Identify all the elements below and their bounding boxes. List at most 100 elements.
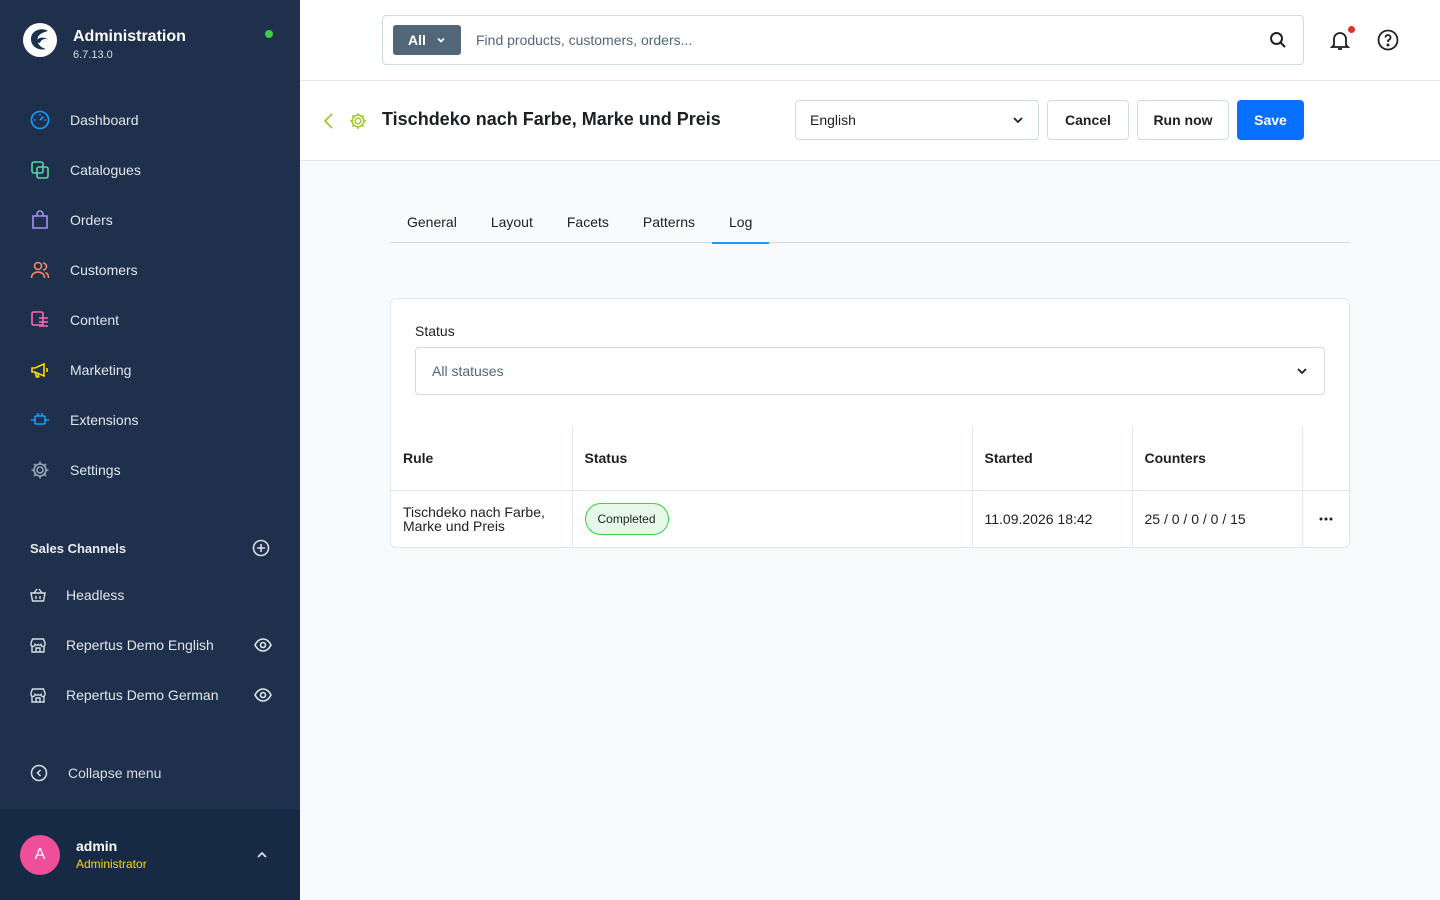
nav-label-orders: Orders — [70, 212, 113, 228]
cell-status: Completed — [572, 490, 973, 547]
notification-badge — [1348, 26, 1355, 33]
tab-patterns[interactable]: Patterns — [626, 201, 712, 243]
app-title: Administration — [73, 28, 186, 45]
language-value: English — [810, 112, 856, 128]
collapse-menu-button[interactable]: Collapse menu — [30, 764, 161, 782]
global-search: All — [382, 15, 1304, 65]
nav-item-content[interactable]: Content — [0, 295, 300, 345]
nav-item-marketing[interactable]: Marketing — [0, 345, 300, 395]
cancel-button[interactable]: Cancel — [1047, 100, 1129, 140]
sales-channel-label: Headless — [66, 587, 125, 603]
sales-channel-headless[interactable]: Headless — [0, 570, 300, 620]
customers-icon — [30, 261, 50, 279]
table-header-row: Rule Status Started Counters — [391, 426, 1349, 491]
more-actions-icon[interactable] — [1318, 511, 1334, 527]
basket-icon — [30, 588, 46, 602]
save-button[interactable]: Save — [1237, 100, 1304, 140]
column-header-rule[interactable]: Rule — [391, 426, 573, 491]
log-card: Status All statuses Rule Status Started … — [390, 298, 1350, 548]
search-icon[interactable] — [1269, 31, 1287, 49]
cell-rule: Tischdeko nach Farbe, Marke und Preis — [391, 490, 573, 547]
rule-name: Tischdeko nach Farbe, Marke und Preis — [403, 503, 545, 534]
collapse-menu-label: Collapse menu — [68, 765, 162, 781]
main-nav: Dashboard Catalogues Orders Customers Co… — [0, 95, 300, 495]
top-bar: All — [300, 0, 1440, 81]
tab-facets[interactable]: Facets — [550, 201, 626, 243]
dashboard-icon — [30, 110, 50, 130]
content-icon — [31, 311, 48, 327]
column-header-status[interactable]: Status — [572, 426, 973, 491]
cell-counters: 25 / 0 / 0 / 0 / 15 — [1132, 490, 1303, 547]
app-version: 6.7.13.0 — [73, 49, 113, 61]
shopware-logo-icon — [23, 23, 57, 57]
chevron-down-icon — [437, 37, 445, 43]
cell-started: 11.09.2026 18:42 — [972, 490, 1133, 547]
nav-item-dashboard[interactable]: Dashboard — [0, 95, 300, 145]
eye-icon[interactable] — [254, 686, 272, 704]
gear-icon — [350, 113, 366, 129]
status-filter-value: All statuses — [432, 363, 504, 379]
gear-icon — [31, 461, 49, 479]
status-badge: Completed — [584, 502, 669, 535]
catalogues-icon — [31, 161, 49, 179]
status-filter-label: Status — [415, 323, 455, 339]
add-sales-channel-icon[interactable] — [252, 539, 270, 557]
nav-label-settings: Settings — [70, 462, 121, 478]
avatar: A — [20, 834, 60, 875]
help-icon[interactable] — [1377, 29, 1399, 51]
chevron-down-icon — [1297, 368, 1307, 375]
nav-label-extensions: Extensions — [70, 412, 139, 428]
eye-icon[interactable] — [254, 636, 272, 654]
sales-channels-header: Sales Channels — [30, 536, 270, 560]
nav-label-content: Content — [70, 312, 120, 328]
nav-item-orders[interactable]: Orders — [0, 195, 300, 245]
tab-bar: General Layout Facets Patterns Log — [390, 201, 1350, 244]
nav-label-catalogues: Catalogues — [70, 162, 141, 178]
nav-label-marketing: Marketing — [70, 362, 132, 378]
sales-channel-label: Repertus Demo German — [66, 687, 219, 703]
user-name: admin — [76, 838, 118, 854]
orders-icon — [32, 210, 48, 229]
tab-log[interactable]: Log — [712, 201, 770, 244]
column-header-started[interactable]: Started — [972, 426, 1133, 491]
sales-channel-repertus-english[interactable]: Repertus Demo English — [0, 620, 300, 670]
user-role: Administrator — [76, 857, 147, 871]
search-type-select[interactable]: All — [393, 25, 461, 55]
page-title: Tischdeko nach Farbe, Marke und Preis — [382, 109, 721, 129]
megaphone-icon — [31, 362, 48, 378]
nav-item-customers[interactable]: Customers — [0, 245, 300, 295]
table-row: Tischdeko nach Farbe, Marke und Preis Co… — [391, 490, 1349, 547]
online-status-indicator — [265, 30, 273, 38]
chevron-left-circle-icon — [30, 764, 48, 782]
tab-general[interactable]: General — [390, 201, 474, 243]
column-header-counters[interactable]: Counters — [1132, 426, 1303, 491]
smart-bar: Tischdeko nach Farbe, Marke und Preis En… — [300, 81, 1440, 161]
search-input[interactable] — [476, 32, 1269, 48]
user-panel[interactable]: A admin Administrator — [0, 809, 300, 900]
chevron-up-icon[interactable] — [254, 847, 270, 863]
sales-channels-title: Sales Channels — [30, 540, 127, 556]
nav-item-extensions[interactable]: Extensions — [0, 395, 300, 445]
search-type-label: All — [408, 32, 426, 48]
sales-channel-repertus-german[interactable]: Repertus Demo German — [0, 670, 300, 720]
chevron-down-icon — [1013, 117, 1023, 124]
extensions-icon — [31, 413, 49, 425]
nav-item-catalogues[interactable]: Catalogues — [0, 145, 300, 195]
storefront-icon — [30, 638, 46, 653]
nav-label-dashboard: Dashboard — [70, 112, 139, 128]
status-filter-select[interactable]: All statuses — [415, 347, 1325, 395]
nav-item-settings[interactable]: Settings — [0, 445, 300, 495]
run-now-button[interactable]: Run now — [1137, 100, 1229, 140]
brand: Administration 6.7.13.0 — [22, 22, 186, 61]
sidebar: Administration 6.7.13.0 Dashboard Catalo… — [0, 0, 300, 900]
tab-layout[interactable]: Layout — [474, 201, 550, 243]
log-table: Rule Status Started Counters Tischdeko n… — [391, 426, 1349, 547]
column-header-actions — [1302, 426, 1349, 491]
nav-label-customers: Customers — [70, 262, 138, 278]
sales-channels-list: Headless Repertus Demo English Repertus … — [0, 570, 300, 720]
cell-actions — [1302, 490, 1349, 547]
sales-channel-label: Repertus Demo English — [66, 637, 214, 653]
storefront-icon — [30, 688, 46, 703]
language-select[interactable]: English — [795, 100, 1039, 140]
back-arrow-icon[interactable] — [322, 112, 334, 130]
